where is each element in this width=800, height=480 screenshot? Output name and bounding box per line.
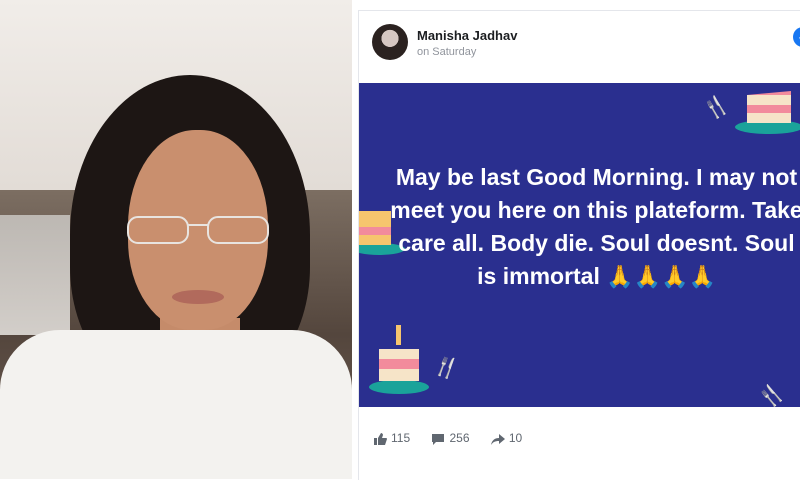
like-icon bbox=[374, 432, 387, 445]
post-actions: 115 256 10 bbox=[373, 431, 540, 446]
praying-hands-emoji: 🙏🙏🙏🙏 bbox=[606, 264, 716, 289]
fork-icon: 🍴 bbox=[430, 353, 462, 383]
post-card: Manisha Jadhav on Saturday ✓ 🍴 🍴 🍴 May b… bbox=[358, 10, 800, 480]
photo-waterfall bbox=[0, 215, 70, 335]
share-icon bbox=[490, 433, 505, 445]
post-background: 🍴 🍴 🍴 May be last Good Morning. I may no… bbox=[359, 83, 800, 407]
share-action[interactable]: 10 bbox=[490, 431, 523, 446]
photo-lips bbox=[172, 290, 224, 304]
comment-count: 256 bbox=[449, 431, 470, 445]
glasses-icon bbox=[127, 216, 269, 244]
like-count: 115 bbox=[391, 431, 411, 445]
fork-icon: 🍴 bbox=[755, 379, 789, 407]
comment-action[interactable]: 256 bbox=[431, 431, 470, 446]
profile-photo bbox=[0, 0, 352, 479]
cake-icon bbox=[735, 91, 800, 134]
avatar[interactable] bbox=[372, 24, 408, 60]
more-options-icon[interactable]: ✓ bbox=[793, 27, 800, 47]
photo-shirt bbox=[0, 330, 352, 479]
post-time[interactable]: on Saturday bbox=[417, 46, 476, 58]
post-author[interactable]: Manisha Jadhav bbox=[417, 28, 517, 43]
comment-icon bbox=[432, 433, 445, 445]
cake-icon bbox=[369, 325, 429, 394]
post-message: May be last Good Morning. I may not meet… bbox=[389, 161, 800, 293]
post-message-text: May be last Good Morning. I may not meet… bbox=[390, 164, 800, 289]
like-action[interactable]: 115 bbox=[373, 431, 410, 446]
share-count: 10 bbox=[508, 431, 523, 445]
